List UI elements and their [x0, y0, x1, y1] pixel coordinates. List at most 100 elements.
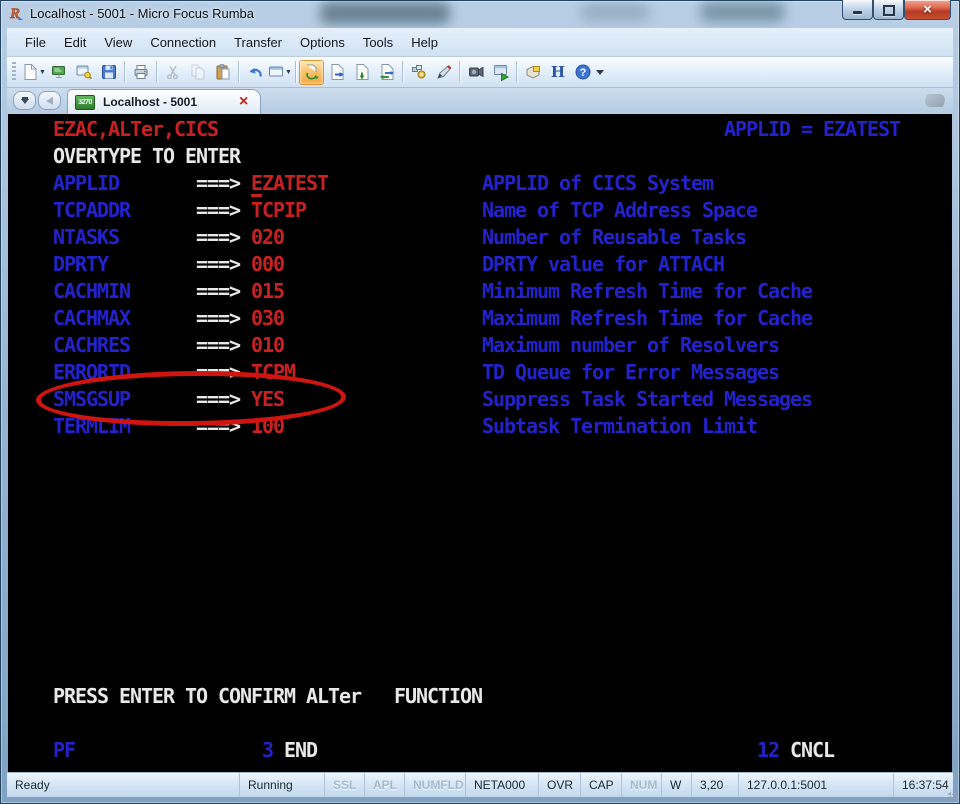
terminal-screen[interactable]: EZAC,ALTer,CICSAPPLID = EZATESTOVERTYPE …	[8, 114, 952, 772]
terminal-text: ===>	[196, 307, 240, 329]
macro-icon	[435, 63, 453, 81]
terminal-text: Maximum Refresh Time for Cache	[482, 307, 812, 329]
maximize-button[interactable]	[873, 0, 904, 20]
help-button[interactable]: ?	[570, 60, 595, 85]
terminal-input-field[interactable]: 030	[251, 307, 284, 329]
terminal-text: 12	[757, 739, 779, 761]
minimize-button[interactable]	[842, 0, 873, 20]
close-button[interactable]: ×	[904, 0, 951, 20]
paste-button[interactable]	[210, 60, 235, 85]
hotspots-button[interactable]: H	[545, 60, 570, 85]
record-button[interactable]	[463, 60, 488, 85]
play-icon	[492, 63, 510, 81]
terminal-text: TCPADDR	[53, 199, 130, 221]
terminal-input-field[interactable]: 010	[251, 334, 284, 356]
macro-button[interactable]	[431, 60, 456, 85]
transfer-button[interactable]	[374, 60, 399, 85]
menu-edit[interactable]: Edit	[55, 31, 95, 54]
maximize-icon	[883, 5, 895, 16]
keyboard-icon	[524, 63, 542, 81]
undo-button[interactable]	[242, 60, 267, 85]
copy-button	[185, 60, 210, 85]
status-message: Ready	[7, 773, 239, 797]
terminal-text: PF	[53, 739, 75, 761]
menu-view[interactable]: View	[95, 31, 141, 54]
undo-icon	[246, 63, 264, 81]
clock: 16:37:54	[893, 773, 953, 797]
menu-file[interactable]: File	[16, 31, 55, 54]
terminal-text: ===>	[196, 253, 240, 275]
terminal-input-field[interactable]: TCPIP	[251, 199, 306, 221]
terminal-text: ===>	[196, 172, 240, 194]
screen-icon	[50, 63, 68, 81]
terminal-input-field[interactable]: 000	[251, 253, 284, 275]
new-session-button[interactable]: ▼	[21, 60, 46, 85]
terminal-text: TD Queue for Error Messages	[482, 361, 779, 383]
svg-text:H: H	[550, 63, 564, 81]
window-title: Localhost - 5001 - Micro Focus Rumba	[30, 6, 254, 21]
terminal-text: Subtask Termination Limit	[482, 415, 757, 437]
paste-icon	[214, 63, 232, 81]
recorder-icon	[467, 63, 485, 81]
keyboard-state-indicator: W	[661, 773, 691, 797]
tabstrip-decoration-icon	[923, 94, 947, 107]
settings-button[interactable]	[406, 60, 431, 85]
tab-localhost-5001[interactable]: 3270 Localhost - 5001 ×	[67, 89, 261, 114]
tab-bar: 3270 Localhost - 5001 ×	[7, 88, 953, 114]
transfer-icon	[378, 63, 396, 81]
play-button[interactable]	[488, 60, 513, 85]
send-file-button[interactable]	[324, 60, 349, 85]
save-button[interactable]	[96, 60, 121, 85]
menu-help[interactable]: Help	[402, 31, 447, 54]
terminal-text: END	[284, 739, 317, 761]
apl-indicator: APL	[364, 773, 404, 797]
toolbar-grip[interactable]	[12, 62, 16, 82]
terminal-input-field[interactable]: 015	[251, 280, 284, 302]
resize-grip[interactable]	[947, 791, 958, 802]
connect-button[interactable]	[299, 60, 324, 85]
winkey-icon	[75, 63, 93, 81]
menu-tools[interactable]: Tools	[354, 31, 402, 54]
printer-icon	[132, 63, 150, 81]
background-blur-shape	[580, 3, 650, 21]
chevron-down-icon: ▼	[39, 69, 46, 76]
toolbar-separator	[402, 61, 403, 83]
numlock-indicator: NUM	[621, 773, 661, 797]
tab-scroll-back-button[interactable]	[38, 91, 61, 110]
open-session-button[interactable]	[46, 60, 71, 85]
terminal-text: ===>	[196, 334, 240, 356]
menu-bar: FileEditViewConnectionTransferOptionsToo…	[7, 28, 953, 57]
receive-file-button[interactable]	[349, 60, 374, 85]
toolbar-separator	[459, 61, 460, 83]
caps-indicator: CAP	[580, 773, 621, 797]
copy-icon	[189, 63, 207, 81]
terminal-input-field[interactable]: ZATEST	[262, 172, 328, 194]
menu-connection[interactable]: Connection	[141, 31, 225, 54]
terminal-text: CACHMIN	[53, 280, 130, 302]
back-arrow-icon	[46, 97, 53, 105]
print-button[interactable]	[128, 60, 153, 85]
session-status: Running	[239, 773, 324, 797]
background-blur-shape	[320, 2, 450, 24]
keyboard-map-button[interactable]	[520, 60, 545, 85]
toolbar-overflow-button[interactable]	[596, 60, 608, 85]
terminal-text: ===>	[196, 280, 240, 302]
session-properties-button[interactable]	[71, 60, 96, 85]
terminal-input-field[interactable]: 020	[251, 226, 284, 248]
toolbar-separator	[238, 61, 239, 83]
help-icon: ?	[574, 63, 592, 81]
status-bar: ReadyRunningSSLAPLNUMFLDNETA000OVRCAPNUM…	[7, 772, 953, 797]
menu-transfer[interactable]: Transfer	[225, 31, 291, 54]
terminal-text: EZAC,ALTer,CICS	[53, 118, 218, 140]
terminal-text: Maximum number of Resolvers	[482, 334, 779, 356]
terminal-text: APPLID	[53, 172, 119, 194]
display-setup-button[interactable]: ▼	[267, 60, 292, 85]
tab-list-menu-button[interactable]	[13, 91, 36, 110]
terminal-text: FUNCTION	[394, 685, 482, 707]
menu-options[interactable]: Options	[291, 31, 354, 54]
overtype-indicator: OVR	[538, 773, 580, 797]
tab-close-icon[interactable]: ×	[239, 94, 248, 110]
terminal-text: CNCL	[790, 739, 834, 761]
terminal-text: ===>	[196, 226, 240, 248]
terminal-input-field[interactable]: E	[251, 172, 262, 197]
